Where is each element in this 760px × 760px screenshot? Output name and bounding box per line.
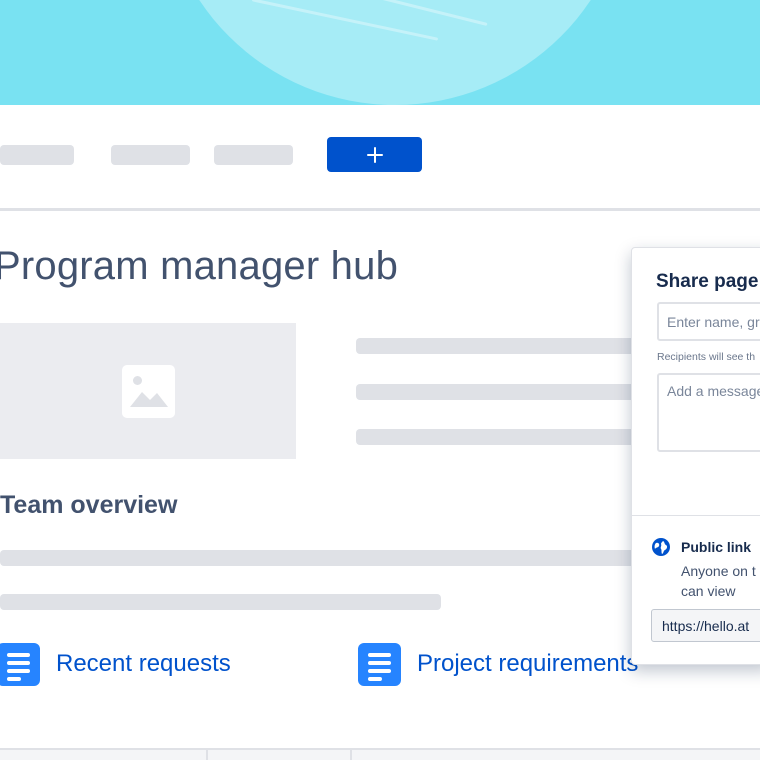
recipients-hint: Recipients will see th bbox=[657, 351, 756, 363]
page-title: Program manager hub bbox=[0, 244, 399, 288]
image-placeholder bbox=[0, 323, 296, 459]
public-link-description: Anyone on t link can view bbox=[681, 563, 760, 599]
banner-decoration bbox=[160, 0, 630, 105]
link-label[interactable]: Project requirements bbox=[417, 650, 638, 678]
toolbar-divider bbox=[0, 208, 760, 211]
nav-placeholder[interactable] bbox=[111, 145, 190, 165]
text-placeholder bbox=[0, 594, 441, 610]
text-placeholder bbox=[356, 338, 646, 354]
create-button[interactable] bbox=[327, 137, 422, 172]
section-title: Team overview bbox=[0, 491, 178, 519]
message-field[interactable] bbox=[657, 373, 760, 452]
public-link-title: Public link bbox=[681, 539, 752, 555]
header-banner bbox=[0, 0, 760, 105]
public-link-url-field[interactable] bbox=[651, 609, 760, 642]
image-icon bbox=[121, 364, 175, 418]
table-column-divider bbox=[206, 748, 208, 760]
document-icon bbox=[358, 642, 401, 686]
dialog-divider bbox=[632, 515, 760, 516]
text-placeholder bbox=[0, 550, 650, 566]
text-placeholder bbox=[356, 429, 646, 445]
recipients-input[interactable] bbox=[657, 302, 760, 341]
share-page-dialog: Share page Recipients will see th Public… bbox=[631, 247, 760, 665]
document-icon bbox=[0, 642, 40, 686]
nav-placeholder[interactable] bbox=[214, 145, 293, 165]
globe-icon bbox=[652, 538, 670, 556]
link-recent-requests[interactable]: Recent requests bbox=[0, 642, 231, 686]
link-project-requirements[interactable]: Project requirements bbox=[358, 642, 638, 686]
table-column-divider bbox=[350, 748, 352, 760]
plus-icon bbox=[366, 146, 383, 163]
share-dialog-title: Share page bbox=[656, 271, 759, 292]
link-label[interactable]: Recent requests bbox=[56, 650, 231, 678]
text-placeholder bbox=[356, 384, 646, 400]
nav-placeholder[interactable] bbox=[0, 145, 74, 165]
bottom-table-edge bbox=[0, 748, 760, 760]
